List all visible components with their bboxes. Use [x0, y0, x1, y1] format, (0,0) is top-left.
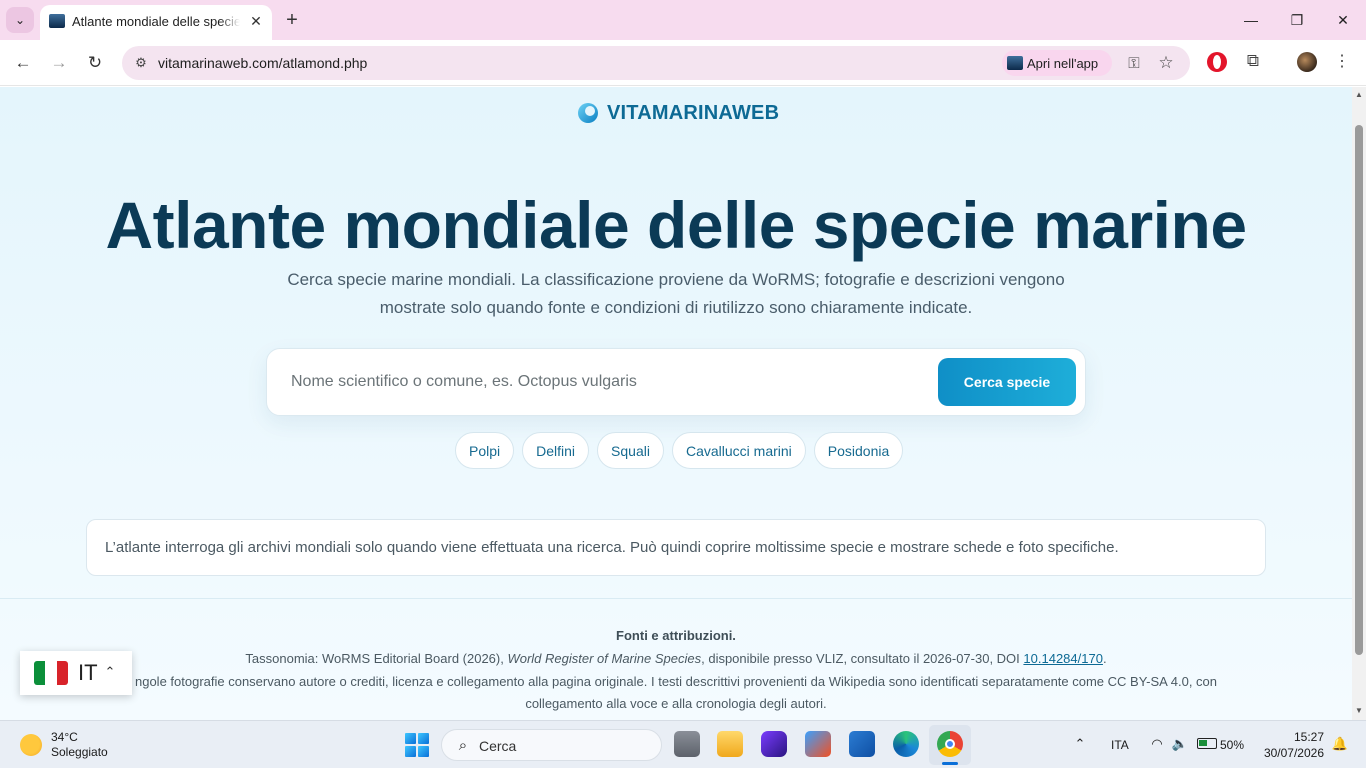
italy-flag-icon — [34, 661, 68, 685]
brand-logo-link[interactable]: VITAMARINAWEB — [578, 101, 779, 125]
outlook-icon[interactable] — [849, 731, 875, 757]
url-text[interactable]: vitamarinaweb.com/atlamond.php — [158, 55, 367, 71]
site-info-icon[interactable]: ⚙ — [132, 54, 150, 72]
app-icon — [1007, 56, 1023, 70]
task-view-icon[interactable] — [674, 731, 700, 757]
web-page: VITAMARINAWEB Atlante mondiale delle spe… — [0, 87, 1352, 720]
taxonomy-work-title: World Register of Marine Species — [507, 651, 702, 666]
open-in-app-label: Apri nell'app — [1027, 55, 1099, 71]
taskbar-search-label: Cerca — [479, 738, 517, 754]
extensions-puzzle-icon[interactable]: ⧉ — [1242, 50, 1264, 72]
open-in-app-button[interactable]: Apri nell'app — [1002, 50, 1112, 76]
search-species-button[interactable]: Cerca specie — [938, 358, 1076, 406]
chip-posidonia[interactable]: Posidonia — [813, 432, 904, 469]
edge-browser-icon[interactable] — [893, 731, 919, 757]
windows-taskbar: 34°C Soleggiato ⌕ Cerca ⌃ ITA ◠ 🔈 50% 15… — [0, 720, 1366, 768]
back-button[interactable]: ← — [9, 49, 37, 77]
footer-divider — [0, 598, 1352, 599]
taxonomy-suffix: . — [1102, 651, 1107, 666]
page-title: Atlante mondiale delle specie marine — [105, 188, 1247, 262]
notifications-bell-icon[interactable]: 🔔 — [1332, 736, 1348, 752]
footer-photo-credit: ngole fotografie conservano autore o cre… — [134, 674, 1218, 689]
footer-taxonomy-credit: Tassonomia: WoRMS Editorial Board (2026)… — [0, 651, 1352, 666]
info-text: L’atlante interroga gli archivi mondiali… — [105, 539, 1119, 556]
tab-close-icon[interactable]: ✕ — [247, 12, 265, 30]
quick-search-chips: Polpi Delfini Squali Cavallucci marini P… — [455, 432, 904, 469]
opera-extension-icon[interactable] — [1207, 52, 1227, 72]
page-subtitle: Cerca specie marine mondiali. La classif… — [287, 270, 1065, 317]
scroll-up-icon[interactable]: ▲ — [1354, 90, 1364, 100]
tab-search-button[interactable]: ⌄ — [6, 7, 34, 33]
taxonomy-prefix: Tassonomia: WoRMS Editorial Board (2026)… — [245, 651, 508, 666]
password-key-icon[interactable]: ⚿ — [1124, 54, 1144, 72]
footer-title: Fonti e attribuzioni. — [616, 628, 736, 643]
start-windows-icon[interactable] — [405, 733, 429, 757]
show-hidden-icons-chevron-icon[interactable]: ⌃ — [1071, 735, 1089, 753]
active-app-indicator — [942, 762, 958, 765]
footer-photo-credit-cont: collegamento alla voce e alla cronologia… — [525, 696, 827, 711]
chrome-center-icon — [945, 739, 955, 749]
wave-logo-icon — [578, 103, 598, 123]
profile-avatar[interactable] — [1297, 52, 1317, 72]
clock-time[interactable]: 15:27 — [1282, 730, 1324, 744]
page-scrollbar[interactable]: ▲ ▼ — [1352, 87, 1366, 720]
clock-date[interactable]: 30/07/2026 — [1252, 746, 1324, 760]
wifi-icon[interactable]: ◠ — [1148, 735, 1166, 753]
close-window-button[interactable]: ✕ — [1320, 6, 1366, 34]
language-code: IT — [78, 660, 98, 685]
chip-delfini[interactable]: Delfini — [522, 432, 590, 469]
browser-tab-bar: ⌄ Atlante mondiale delle specie marine ✕… — [0, 0, 1366, 40]
taskbar-search-box[interactable]: ⌕ Cerca — [441, 729, 662, 761]
battery-icon[interactable] — [1197, 738, 1217, 749]
info-card: L’atlante interroga gli archivi mondiali… — [86, 519, 1266, 576]
more-menu-icon[interactable]: ⋮ — [1332, 50, 1352, 72]
forward-button[interactable]: → — [45, 49, 73, 77]
app-launcher-icon[interactable] — [761, 731, 787, 757]
language-switcher[interactable]: IT ⌃ — [20, 651, 132, 695]
species-search-form: Cerca specie — [266, 348, 1086, 416]
brand-name: VITAMARINAWEB — [607, 101, 780, 124]
battery-percentage[interactable]: 50% — [1220, 738, 1244, 752]
tab-favicon-icon — [49, 14, 65, 28]
browser-toolbar: ← → ↻ ⚙ vitamarinaweb.com/atlamond.php A… — [0, 40, 1366, 86]
microsoft-store-icon[interactable] — [805, 731, 831, 757]
doi-link[interactable]: 10.14284/170 — [1023, 651, 1103, 666]
scroll-down-icon[interactable]: ▼ — [1354, 706, 1364, 716]
minimize-button[interactable]: — — [1228, 6, 1274, 34]
chip-cavallucci-marini[interactable]: Cavallucci marini — [671, 432, 806, 469]
search-icon: ⌕ — [458, 736, 468, 754]
species-search-input[interactable] — [277, 359, 927, 405]
bookmark-star-icon[interactable]: ☆ — [1156, 53, 1176, 73]
chip-squali[interactable]: Squali — [597, 432, 664, 469]
chevron-up-icon: ⌃ — [104, 664, 116, 679]
scrollbar-thumb[interactable] — [1355, 125, 1363, 655]
weather-sun-icon[interactable] — [20, 734, 42, 756]
address-bar[interactable]: ⚙ vitamarinaweb.com/atlamond.php Apri ne… — [122, 46, 1190, 80]
volume-icon[interactable]: 🔈 — [1171, 735, 1189, 753]
weather-temperature[interactable]: 34°C — [51, 730, 78, 744]
restore-button[interactable]: ❐ — [1274, 6, 1320, 34]
input-language[interactable]: ITA — [1111, 738, 1129, 752]
tab-title: Atlante mondiale delle specie marine — [72, 14, 240, 29]
file-explorer-icon[interactable] — [717, 731, 743, 757]
reload-button[interactable]: ↻ — [81, 49, 109, 77]
weather-description[interactable]: Soleggiato — [51, 745, 108, 759]
tab-active[interactable]: Atlante mondiale delle specie marine ✕ — [40, 5, 272, 40]
chip-polpi[interactable]: Polpi — [455, 432, 515, 469]
taxonomy-middle: , disponibile presso VLIZ, consultato il… — [701, 651, 1024, 666]
new-tab-button[interactable]: + — [280, 9, 304, 31]
